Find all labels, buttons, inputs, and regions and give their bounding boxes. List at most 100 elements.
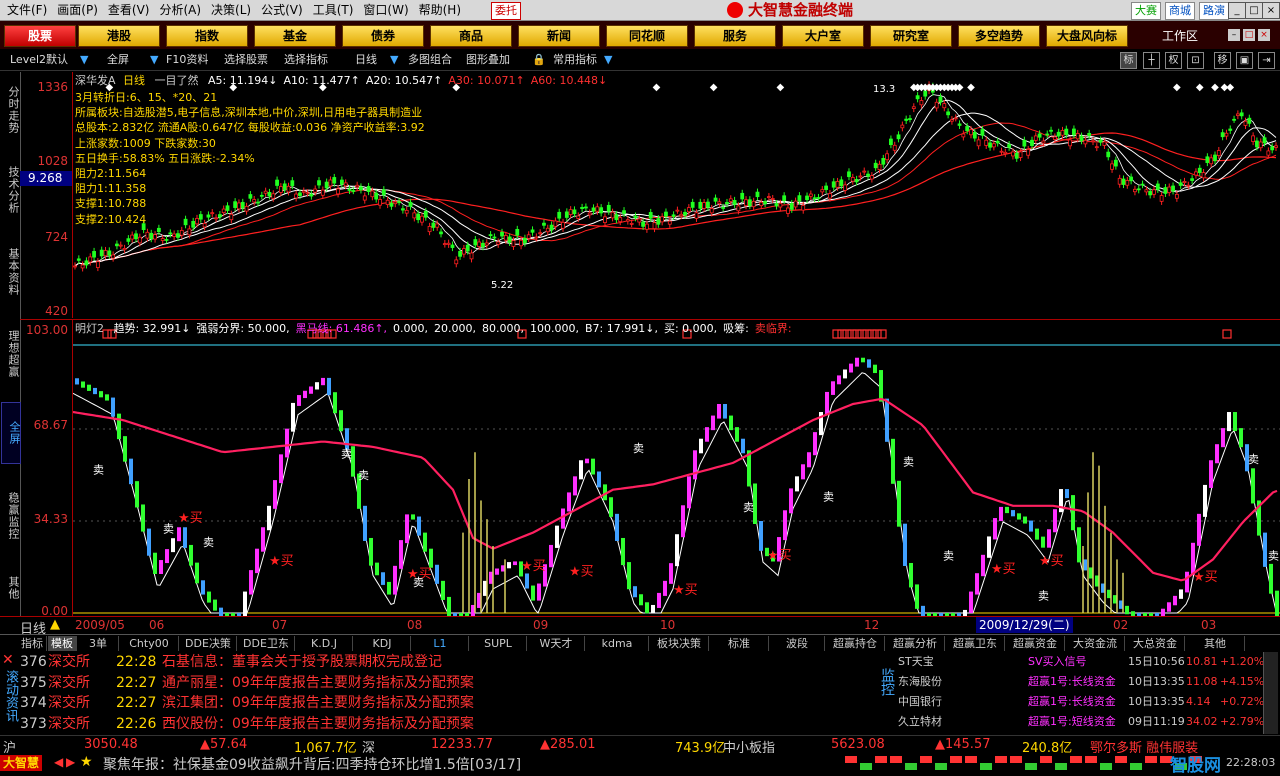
- left-tab-other[interactable]: 其他: [1, 568, 20, 608]
- toolbar-mark[interactable]: 标: [1120, 52, 1137, 69]
- menu-item-2[interactable]: 查看(V): [103, 0, 155, 20]
- nav-button-3[interactable]: 基金: [254, 25, 336, 47]
- toolbar-select-indicator[interactable]: 选择指标: [284, 52, 328, 68]
- toolbar-move[interactable]: 移: [1214, 52, 1231, 69]
- toolbar-daily[interactable]: 日线: [355, 52, 377, 68]
- monitor-row[interactable]: ST天宝 SV买入信号 15日10:5610.81 +1.20%: [898, 652, 1280, 671]
- menu-item-3[interactable]: 分析(A): [154, 0, 206, 20]
- monitor-row[interactable]: 中国银行 超赢1号:长线资金 10日13:354.14 +0.72%: [898, 692, 1280, 711]
- left-tab-fundamentals[interactable]: 基本资料: [1, 240, 20, 304]
- top-link-contest[interactable]: 大赛: [1131, 2, 1161, 20]
- app-logo[interactable]: 大智慧: [0, 755, 43, 771]
- menu-item-1[interactable]: 画面(P): [52, 0, 103, 20]
- indicator-tab-11[interactable]: kdma: [586, 636, 649, 651]
- toolbar-overlay[interactable]: 图形叠加: [466, 52, 510, 68]
- indicator-tab-14[interactable]: 波段: [770, 636, 825, 651]
- close-icon[interactable]: ×: [1262, 2, 1280, 19]
- workspace-minimize-icon[interactable]: –: [1228, 29, 1240, 41]
- toolbar-common-indicators[interactable]: 常用指标: [553, 52, 597, 68]
- indicator-tab-21[interactable]: 其他: [1186, 636, 1245, 651]
- indicator-tab-4[interactable]: DDE决策: [180, 636, 237, 651]
- indicator-tab-20[interactable]: 大总资金: [1126, 636, 1185, 651]
- left-tab-intraday[interactable]: 分时走势: [1, 80, 20, 140]
- nav-button-1[interactable]: 港股: [78, 25, 160, 47]
- nav-button-5[interactable]: 商品: [430, 25, 512, 47]
- top-link-mall[interactable]: 商城: [1165, 2, 1195, 20]
- indicator-tab-12[interactable]: 板块决策: [650, 636, 709, 651]
- workspace-close-icon[interactable]: ×: [1258, 29, 1270, 41]
- toolbar-rights[interactable]: 权: [1165, 52, 1182, 69]
- news-headline[interactable]: 聚焦年报：社保基金09收益飙升背后:四季持仓环比增1.5倍[03/17]: [103, 754, 521, 774]
- monitor-row[interactable]: 东海股份 超赢1号:长线资金 10日13:3511.08 +4.15%: [898, 672, 1280, 691]
- window-icon[interactable]: ▣: [1236, 52, 1253, 69]
- indicator-tab-16[interactable]: 超赢分析: [886, 636, 945, 651]
- left-tab-fullscreen[interactable]: 全屏: [1, 402, 21, 464]
- left-tab-technical[interactable]: 技术分析: [1, 158, 20, 222]
- workspace-label[interactable]: 工作区: [1162, 27, 1198, 44]
- trade-button[interactable]: 委托: [491, 2, 521, 20]
- indicator-chart[interactable]: ★买 ★买 ★买 ★买 ★买 ★买 ★买 ★买 ★买 ★买卖卖卖卖卖卖卖卖卖卖卖卖卖卖 明灯2 趋…: [73, 319, 1280, 616]
- lock-icon[interactable]: 🔒: [532, 52, 546, 68]
- nav-button-0[interactable]: 股票: [4, 25, 76, 47]
- indicator-tab-17[interactable]: 超赢卫东: [946, 636, 1005, 651]
- news-row[interactable]: 375深交所 22:27 通产丽星：09年年度报告主要财务指标及分配预案: [20, 673, 474, 693]
- indicator-tab-18[interactable]: 超赢资金: [1006, 636, 1065, 651]
- nav-button-8[interactable]: 服务: [694, 25, 776, 47]
- news-row[interactable]: 376深交所 22:28 石基信息：董事会关于授予股票期权完成登记: [20, 652, 442, 672]
- indicator-tab-13[interactable]: 标准: [710, 636, 769, 651]
- nav-button-10[interactable]: 研究室: [870, 25, 952, 47]
- indicator-tab-19[interactable]: 大资金流: [1066, 636, 1125, 651]
- nav-button-2[interactable]: 指数: [166, 25, 248, 47]
- menu-item-0[interactable]: 文件(F): [2, 0, 52, 20]
- indicator-tab-2[interactable]: 3单: [78, 636, 119, 651]
- nav-button-4[interactable]: 债券: [342, 25, 424, 47]
- news-close-icon[interactable]: ✕: [2, 652, 14, 668]
- indicator-tab-5[interactable]: DDE卫东: [238, 636, 295, 651]
- top-link-roadshow[interactable]: 路演: [1199, 2, 1229, 20]
- toolbar-multi-chart[interactable]: 多图组合: [408, 52, 452, 68]
- menu-item-4[interactable]: 决策(L): [206, 0, 256, 20]
- toolbar-select-stock[interactable]: 选择股票: [224, 52, 268, 68]
- left-tab-monitor[interactable]: 稳赢监控: [1, 486, 20, 546]
- nav-button-12[interactable]: 大盘风向标: [1046, 25, 1128, 47]
- minimize-icon[interactable]: _: [1228, 2, 1246, 19]
- menu-item-8[interactable]: 帮助(H): [414, 0, 466, 20]
- indicator-tab-3[interactable]: Chty00: [120, 636, 179, 651]
- indicator-tab-0[interactable]: 指标: [18, 636, 47, 651]
- news-row[interactable]: 374深交所 22:27 滨江集团：09年年度报告主要财务指标及分配预案: [20, 693, 474, 713]
- up-triangle-icon[interactable]: ▲: [50, 617, 60, 632]
- exit-icon[interactable]: ⇥: [1258, 52, 1275, 69]
- toolbar-cross-icon[interactable]: ⊡: [1187, 52, 1204, 69]
- indicator-tab-9[interactable]: SUPL: [470, 636, 527, 651]
- dropdown-arrow-icon[interactable]: ▼: [80, 52, 88, 68]
- menu-item-5[interactable]: 公式(V): [256, 0, 308, 20]
- toolbar-f10[interactable]: F10资料: [166, 52, 208, 68]
- toolbar-level2[interactable]: Level2默认: [10, 52, 68, 68]
- indicator-tab-1[interactable]: 模板: [48, 636, 77, 651]
- indicator-tab-10[interactable]: W天才: [528, 636, 585, 651]
- ticker-prev-icon[interactable]: ◀: [54, 755, 63, 769]
- monitor-row[interactable]: 久立特材 超赢1号:短线资金 09日11:1934.02 +2.79%: [898, 712, 1280, 731]
- nav-button-7[interactable]: 同花顺: [606, 25, 688, 47]
- indicator-tab-15[interactable]: 超赢持仓: [826, 636, 885, 651]
- indicator-tab-8[interactable]: L1: [412, 636, 469, 651]
- news-row[interactable]: 373深交所 22:26 西仪股份：09年年度报告主要财务指标及分配预案: [20, 714, 474, 734]
- dropdown-arrow-icon[interactable]: ▼: [390, 52, 398, 68]
- price-chart[interactable]: ◆ ◆ ◆ ◆ ◆ ◆ ◆ ◆ ◆ ◆ ◆ ◆ ◆ ◆ ◆ ◆ ◆ ◆ ◆ ◆ ◆ ◆ ◆ ◆ ◆ ◆ 深华发A 日线 一目了然 …: [73, 72, 1280, 318]
- ticker-next-icon[interactable]: ▶: [66, 755, 75, 769]
- dropdown-arrow-icon[interactable]: ▼: [604, 52, 612, 68]
- monitor-scrollbar[interactable]: [1263, 652, 1278, 734]
- left-tab-ideal[interactable]: 理想超赢: [1, 322, 20, 386]
- menu-item-6[interactable]: 工具(T): [308, 0, 359, 20]
- nav-button-6[interactable]: 新闻: [518, 25, 600, 47]
- nav-button-11[interactable]: 多空趋势: [958, 25, 1040, 47]
- grid-icon[interactable]: ┼: [1143, 52, 1160, 69]
- nav-button-9[interactable]: 大户室: [782, 25, 864, 47]
- menu-item-7[interactable]: 窗口(W): [358, 0, 413, 20]
- dropdown-arrow-icon[interactable]: ▼: [150, 52, 158, 68]
- maximize-icon[interactable]: □: [1245, 2, 1263, 19]
- indicator-tab-7[interactable]: KDJ: [354, 636, 411, 651]
- indicator-tab-6[interactable]: K.D.J: [296, 636, 353, 651]
- workspace-restore-icon[interactable]: □: [1243, 29, 1255, 41]
- toolbar-fullscreen[interactable]: 全屏: [107, 52, 129, 68]
